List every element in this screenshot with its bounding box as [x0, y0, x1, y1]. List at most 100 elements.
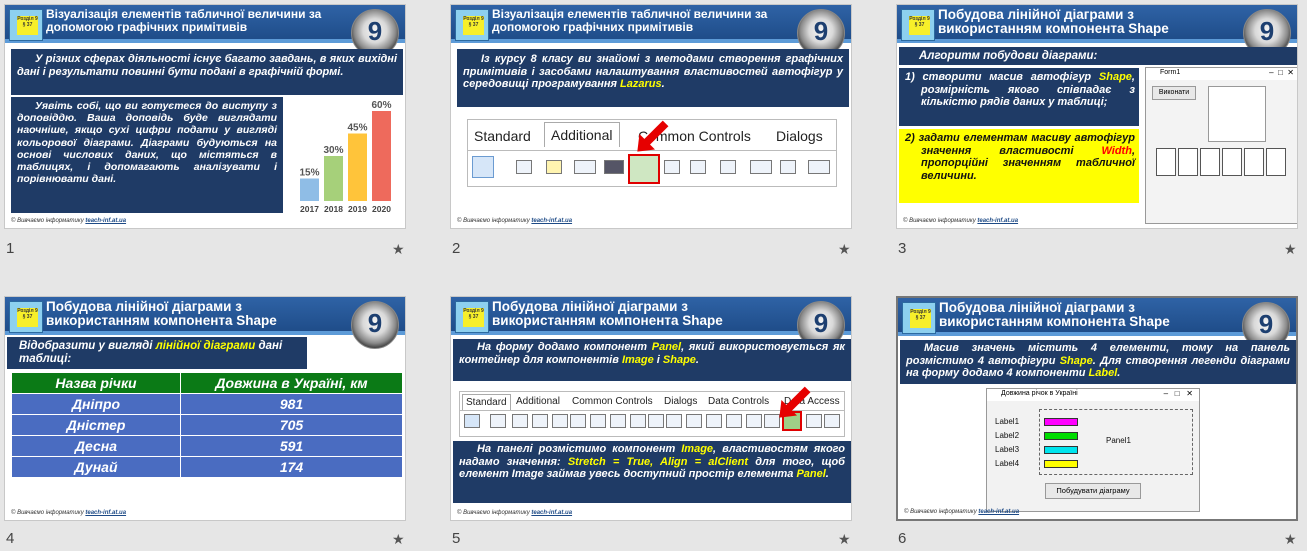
- bitbtn-icon[interactable]: [516, 160, 532, 174]
- logo-digit: 9: [367, 16, 383, 46]
- shape-highlight: Shape: [1059, 354, 1093, 367]
- paintbox-icon[interactable]: [690, 160, 706, 174]
- tab-additional[interactable]: Additional: [516, 396, 560, 407]
- data-label: 30%: [323, 145, 343, 156]
- radiobutton-icon[interactable]: [648, 414, 664, 428]
- footer-link[interactable]: teach-inf.at.ua: [85, 510, 126, 516]
- properties-highlight: Stretch = True, Align = alClient: [567, 455, 749, 468]
- mainmenu-icon[interactable]: [490, 414, 506, 428]
- togglebox-icon[interactable]: [610, 414, 626, 428]
- logo-digit: 9: [813, 16, 829, 46]
- window-controls-icon[interactable]: – □ ✕: [1269, 68, 1294, 77]
- panel-highlight: Panel: [796, 468, 826, 480]
- slide-4-thumbnail[interactable]: Розділ 9 § 37 Побудова лінійної діаграми…: [4, 296, 406, 521]
- slide-header: Розділ 9 § 37 Побудова лінійної діаграми…: [897, 5, 1297, 43]
- memo-icon[interactable]: [590, 414, 606, 428]
- slide-1-thumbnail[interactable]: Розділ 9 § 37 Візуалізація елементів таб…: [4, 4, 406, 229]
- header-strip: [898, 332, 1296, 336]
- course-logo-icon: 9: [351, 301, 399, 349]
- data-label: 60%: [371, 100, 391, 111]
- slide-number-3: 3: [898, 240, 907, 257]
- slide-number-1: 1: [6, 240, 15, 257]
- window-controls-icon[interactable]: – □ ✕: [1164, 389, 1193, 398]
- star-icon[interactable]: ★: [1284, 241, 1297, 258]
- bevel-icon[interactable]: [664, 160, 680, 174]
- text-part: .: [825, 468, 829, 480]
- label-icon[interactable]: [552, 414, 568, 428]
- star-icon[interactable]: ★: [392, 531, 405, 548]
- data-label: 45%: [347, 123, 367, 134]
- task-text-part: Відобразити у вигляді: [19, 340, 156, 352]
- river-length: 705: [180, 414, 403, 436]
- form-titlebar: Довжина річок в Україні – □ ✕: [987, 389, 1199, 401]
- river-length: 174: [180, 456, 403, 478]
- trayicon-icon[interactable]: [808, 160, 830, 174]
- slide-6-thumbnail[interactable]: Розділ 9 § 37 Побудова лінійної діаграми…: [896, 296, 1298, 521]
- footer-link[interactable]: teach-inf.at.ua: [85, 218, 126, 224]
- river-length: 591: [180, 435, 403, 457]
- static-text-icon[interactable]: [574, 160, 596, 174]
- footer-text: © Вивчаємо інформатику: [11, 218, 84, 224]
- scrollbar-icon[interactable]: [706, 414, 722, 428]
- image-icon[interactable]: [604, 160, 624, 174]
- tab-additional[interactable]: Additional: [544, 122, 620, 147]
- run-button[interactable]: Виконати: [1152, 86, 1196, 100]
- footer-link[interactable]: teach-inf.at.ua: [531, 218, 572, 224]
- footer-link[interactable]: teach-inf.at.ua: [531, 510, 572, 516]
- star-icon[interactable]: ★: [392, 241, 405, 258]
- footer-link[interactable]: teach-inf.at.ua: [978, 509, 1019, 515]
- logo-digit: 9: [1258, 309, 1274, 339]
- slide-title: Побудова лінійної діаграми з використанн…: [492, 299, 723, 328]
- tab-common-controls[interactable]: Common Controls: [572, 396, 653, 407]
- text-part: .: [695, 353, 699, 366]
- category-label: 2017: [300, 204, 319, 214]
- slide-3-thumbnail[interactable]: Розділ 9 § 37 Побудова лінійної діаграми…: [896, 4, 1298, 229]
- badge-label: Розділ 9 § 37: [910, 309, 931, 328]
- tab-dialogs[interactable]: Dialogs: [776, 128, 823, 144]
- tab-dialogs[interactable]: Dialogs: [664, 396, 697, 407]
- tab-standard[interactable]: Standard: [462, 394, 511, 410]
- combobox-icon[interactable]: [686, 414, 702, 428]
- logo-digit: 9: [813, 308, 829, 338]
- shape-highlight: Shape: [1098, 71, 1132, 83]
- labelededit-icon[interactable]: [750, 160, 772, 174]
- star-icon[interactable]: ★: [838, 531, 851, 548]
- bar-2017: [300, 178, 319, 201]
- shape-highlight: Shape: [662, 353, 696, 366]
- groupbox-icon[interactable]: [726, 414, 742, 428]
- build-chart-button[interactable]: Побудувати діаграму: [1045, 483, 1141, 499]
- legend-bar-2: [1044, 432, 1078, 440]
- frame-icon[interactable]: [806, 414, 822, 428]
- slide-header: Розділ 9 § 37 Візуалізація елементів таб…: [451, 5, 851, 43]
- slide-2-thumbnail[interactable]: Розділ 9 § 37 Візуалізація елементів таб…: [450, 4, 852, 229]
- speedbutton-icon[interactable]: [546, 160, 562, 174]
- legend-label-3: Label3: [995, 445, 1020, 454]
- pointer-icon[interactable]: [464, 414, 480, 428]
- actionlist-icon[interactable]: [824, 414, 840, 428]
- header-strip: [5, 39, 405, 43]
- pointer-icon[interactable]: [472, 156, 494, 178]
- image-highlight: Image: [621, 353, 654, 366]
- checkbox-icon[interactable]: [630, 414, 646, 428]
- footer-link[interactable]: teach-inf.at.ua: [977, 218, 1018, 224]
- slide-footer: © Вивчаємо інформатику teach-inf.at.ua: [904, 509, 1019, 515]
- listbox-icon[interactable]: [666, 414, 682, 428]
- button-icon[interactable]: [532, 414, 548, 428]
- edit-icon[interactable]: [570, 414, 586, 428]
- slide-number-5: 5: [452, 530, 461, 547]
- image-properties-text: На панелі розмістимо компонент Image, вл…: [453, 441, 851, 503]
- logo-digit: 9: [367, 308, 383, 338]
- line-chart-highlight: лінійної діаграми: [155, 340, 256, 352]
- splitter-icon[interactable]: [780, 160, 796, 174]
- footer-text: © Вивчаємо інформатику: [903, 218, 976, 224]
- popupmenu-icon[interactable]: [512, 414, 528, 428]
- checklistbox-icon[interactable]: [720, 160, 736, 174]
- slide-5-thumbnail[interactable]: Розділ 9 § 37 Побудова лінійної діаграми…: [450, 296, 852, 521]
- river-name: Десна: [11, 435, 181, 457]
- tab-data-controls[interactable]: Data Controls: [708, 396, 769, 407]
- tab-standard[interactable]: Standard: [474, 128, 531, 144]
- section-badge: Розділ 9 § 37: [455, 9, 489, 41]
- star-icon[interactable]: ★: [1284, 531, 1297, 548]
- radiogroup-icon[interactable]: [746, 414, 762, 428]
- star-icon[interactable]: ★: [838, 241, 851, 258]
